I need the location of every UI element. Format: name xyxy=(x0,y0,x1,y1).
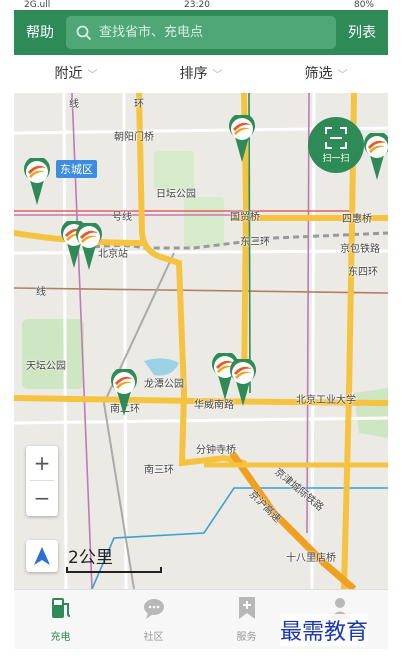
status-bar: 2G.ull 23:20 80% xyxy=(14,0,388,10)
map-label: 东三环 xyxy=(240,237,270,248)
scale-label: 2公里 xyxy=(68,548,113,568)
map-label: 龙潭公园 xyxy=(144,379,184,390)
filter-bar: 附近 ﹀ 排序 ﹀ 筛选 ﹀ xyxy=(14,55,388,94)
map-label: 四惠桥 xyxy=(342,214,372,225)
charging-station-pin[interactable] xyxy=(228,359,258,407)
map-view[interactable]: 环 线 朝阳门桥 日坛公园 北京站 国贸桥 四惠桥 京包铁路 东三环 东四环 天… xyxy=(14,93,388,589)
map-label: 东四环 xyxy=(348,267,378,278)
search-icon xyxy=(76,25,92,41)
map-label: 天坛公园 xyxy=(26,361,66,372)
map-label: 分钟寺桥 xyxy=(196,445,236,456)
scan-button[interactable]: 扫一扫 xyxy=(308,117,364,173)
chevron-down-icon: ﹀ xyxy=(337,70,348,81)
charging-station-pin[interactable] xyxy=(22,158,52,206)
bookmark-plus-icon xyxy=(239,597,255,619)
zoom-out-button[interactable]: − xyxy=(26,481,58,515)
park-area xyxy=(184,197,224,247)
map-label: 国贸桥 xyxy=(230,212,260,223)
map-label: 号线 xyxy=(112,212,132,223)
scan-icon xyxy=(325,127,347,149)
map-label: 朝阳门桥 xyxy=(114,132,154,143)
map-label: 环 xyxy=(134,99,144,110)
signal-indicator: 2G.ull xyxy=(24,0,51,10)
charging-station-pin[interactable] xyxy=(227,115,257,163)
battery-indicator: 80% xyxy=(353,0,374,10)
top-header: 帮助 查找省市、充电点 列表 xyxy=(14,10,388,55)
map-scale: 2公里 xyxy=(66,543,162,573)
tab-label: 社区 xyxy=(143,632,164,643)
chevron-down-icon: ﹀ xyxy=(87,70,98,81)
map-label: 南三环 xyxy=(144,465,174,476)
tab-community[interactable]: 社区 xyxy=(107,590,200,649)
park-area xyxy=(22,319,84,389)
district-badge: 东城区 xyxy=(56,160,97,178)
zoom-in-button[interactable]: + xyxy=(26,446,58,480)
map-label: 线 xyxy=(36,287,46,298)
filter-sort[interactable]: 排序 ﹀ xyxy=(139,55,263,93)
tab-label: 充电 xyxy=(50,632,71,643)
search-placeholder: 查找省市、充电点 xyxy=(99,25,204,40)
zoom-control: + − xyxy=(26,446,58,516)
list-button[interactable]: 列表 xyxy=(348,22,376,42)
map-label: 北京工业大学 xyxy=(296,395,356,406)
charging-station-pin[interactable] xyxy=(362,133,388,181)
location-arrow-icon xyxy=(34,547,50,565)
locate-button[interactable] xyxy=(26,540,58,572)
chevron-down-icon: ﹀ xyxy=(212,70,223,81)
chat-bubble-icon xyxy=(144,599,164,619)
charging-pump-icon xyxy=(52,598,71,618)
filter-screen[interactable]: 筛选 ﹀ xyxy=(264,55,388,93)
map-label: 线 xyxy=(69,99,79,110)
scan-label: 扫一扫 xyxy=(322,154,350,164)
map-label: 十八里店桥 xyxy=(286,553,336,564)
map-label: 京包铁路 xyxy=(340,244,380,255)
charging-station-pin[interactable] xyxy=(109,369,139,417)
phone-screen: 2G.ull 23:20 80% 帮助 查找省市、充电点 列表 附近 ﹀ 排序 ﹀ … xyxy=(14,0,388,649)
filter-nearby[interactable]: 附近 ﹀ xyxy=(14,55,138,93)
tab-charge[interactable]: 充电 xyxy=(14,590,107,649)
status-time: 23:20 xyxy=(184,0,210,10)
search-input[interactable]: 查找省市、充电点 xyxy=(66,16,336,49)
watermark-text: 最需教育 xyxy=(280,614,369,646)
charging-station-pin[interactable] xyxy=(74,223,104,271)
help-button[interactable]: 帮助 xyxy=(26,22,54,42)
park-area xyxy=(354,388,388,438)
map-label: 日坛公园 xyxy=(156,189,196,200)
scale-bar xyxy=(66,567,162,573)
